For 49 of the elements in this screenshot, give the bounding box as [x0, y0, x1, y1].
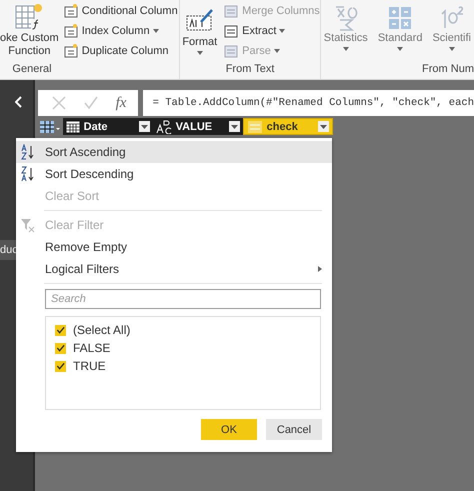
column-header[interactable]: VALUE — [152, 118, 243, 135]
ribbon-button[interactable]: Index Column — [62, 22, 178, 40]
menu-item[interactable]: Remove Empty — [16, 236, 332, 258]
filter-dropdown-button[interactable] — [138, 121, 150, 132]
conditional-column-icon — [62, 3, 79, 19]
duplicate-column-icon — [62, 43, 79, 59]
ribbon-button[interactable]: Duplicate Column — [62, 42, 178, 60]
value-label: FALSE — [73, 341, 110, 355]
filter-dropdown-button[interactable] — [318, 121, 329, 132]
group-label: General — [11, 63, 53, 77]
group-label: From Text — [224, 63, 276, 77]
checkbox[interactable] — [55, 342, 66, 354]
menu-item[interactable]: Logical Filters — [16, 258, 332, 280]
check-icon[interactable] — [84, 96, 98, 110]
checkbox[interactable] — [55, 324, 66, 336]
menu-item[interactable]: Sort Descending — [16, 163, 332, 185]
ok-button[interactable]: OK — [201, 419, 257, 440]
merge-columns-icon — [223, 3, 240, 19]
collapse-icon[interactable] — [15, 96, 23, 108]
parse-icon — [223, 43, 240, 59]
formula-field[interactable]: = Table.AddColumn(#"Renamed Columns", "check", each — [142, 90, 474, 116]
ribbon-button[interactable]: Conditional Column — [62, 2, 178, 20]
group-label: From Num — [421, 63, 474, 77]
sort-descending-icon — [20, 166, 36, 182]
table-menu-icon[interactable] — [38, 120, 61, 134]
search-field[interactable]: Search — [45, 289, 321, 309]
fx-label: fx — [116, 94, 126, 112]
submenu-arrow-icon — [318, 266, 322, 272]
any-type-icon — [246, 120, 263, 134]
cancel-button[interactable]: Cancel — [266, 419, 322, 440]
index-column-icon — [62, 23, 79, 39]
clear-filter-icon — [20, 217, 36, 233]
ribbon-button[interactable]: Extract — [223, 22, 320, 40]
caret-icon — [140, 124, 148, 128]
checkbox[interactable] — [55, 360, 66, 372]
filter-dropdown-button[interactable] — [228, 121, 240, 132]
invoke-custom-function-button[interactable]: oke Custom Function — [0, 2, 59, 63]
format-button[interactable]: Format — [180, 2, 220, 63]
extract-icon — [223, 23, 240, 39]
sort-ascending-icon — [20, 144, 36, 160]
value-label: (Select All) — [73, 323, 130, 337]
value-label: TRUE — [73, 359, 106, 373]
calendar-icon — [66, 120, 80, 132]
column-header[interactable]: check — [242, 118, 333, 135]
caret-icon — [320, 124, 327, 128]
column-header[interactable]: Date — [62, 118, 153, 135]
caret-icon — [230, 124, 238, 128]
menu-item[interactable]: Sort Ascending — [16, 141, 332, 163]
text-type-icon — [156, 120, 172, 134]
